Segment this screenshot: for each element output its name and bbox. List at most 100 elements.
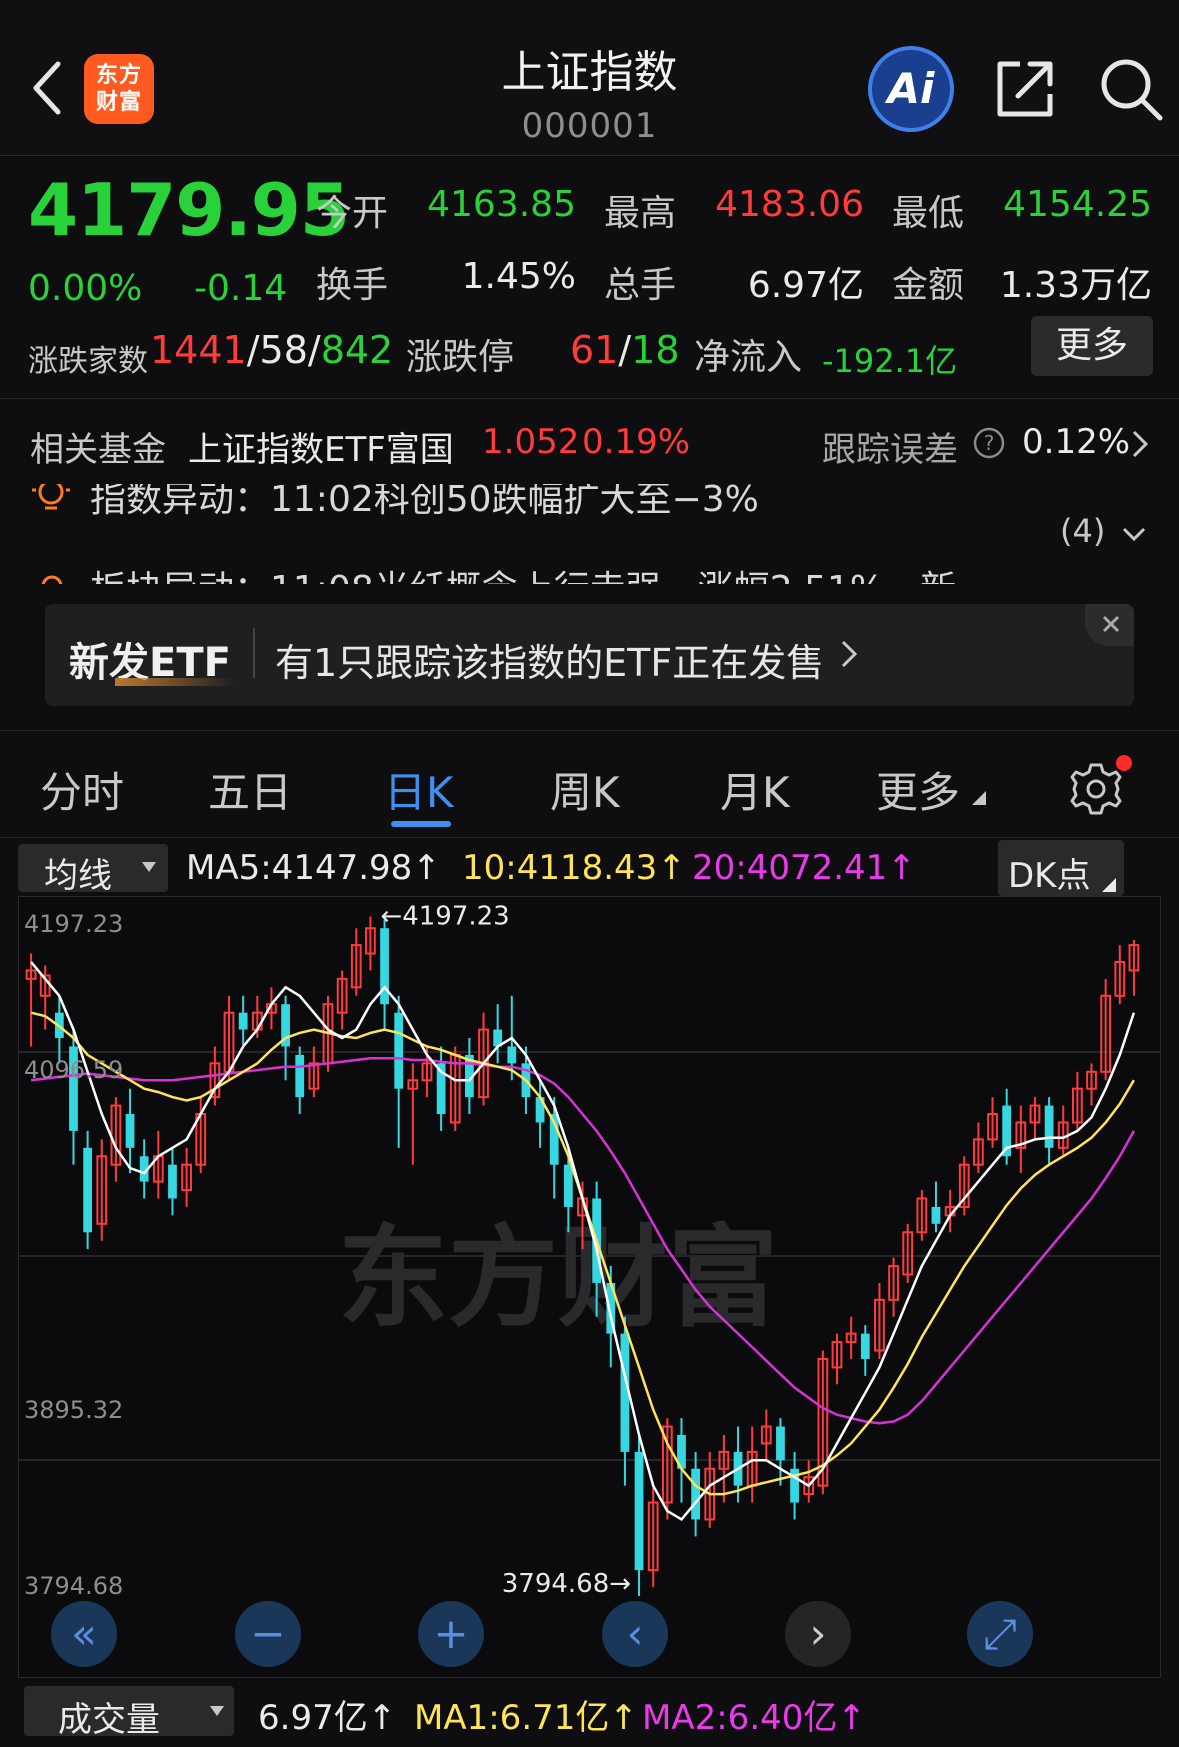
candle-body — [931, 1206, 941, 1224]
volume-value: 6.97亿 — [747, 265, 864, 306]
ma5-text: MA5:4147.98 — [186, 848, 413, 888]
fund-percent: 0.19% — [582, 422, 691, 462]
top-bar: 东方 财富 上证指数 000001 Ai — [0, 0, 1179, 156]
y-axis-label: 4197.23 — [24, 910, 123, 938]
search-icon[interactable] — [1098, 56, 1164, 122]
volume-label: 总手 — [604, 265, 677, 306]
ma-selector[interactable]: 均线 — [18, 844, 168, 896]
dk-label: DK点 — [1008, 856, 1091, 896]
tab-intraday[interactable]: 分时 — [40, 759, 124, 820]
candle-body — [125, 1114, 135, 1148]
new-etf-banner[interactable]: 新发ETF 有1只跟踪该指数的ETF正在发售 — [45, 604, 1134, 706]
amount-value: 1.33万亿 — [999, 265, 1152, 306]
ma10-text: 10:4118.43 — [462, 848, 658, 888]
next-button[interactable]: › — [785, 1601, 851, 1667]
limit-up-count: 61 — [570, 328, 619, 372]
share-icon[interactable] — [994, 56, 1056, 120]
low-value: 4154.25 — [1003, 184, 1152, 225]
fund-label: 相关基金 — [30, 430, 166, 470]
tracking-error-label: 跟踪误差 — [822, 430, 958, 470]
more-quote-button[interactable]: 更多 — [1031, 316, 1153, 376]
inflow-label: 净流入 — [694, 337, 803, 378]
ma5-value: MA5:4147.98↑ — [186, 848, 441, 888]
turnover-value: 1.45% — [461, 256, 576, 297]
corner-triangle-icon — [1102, 878, 1116, 892]
close-button[interactable] — [1085, 604, 1134, 646]
candle-body — [634, 1451, 644, 1571]
low-label: 最低 — [892, 193, 965, 234]
change-percent: 0.00% — [28, 268, 143, 309]
kline-chart[interactable]: 东方财富 4197.23 4096.59 3895.32 3794.68 ←4197.… — [18, 896, 1161, 1678]
vol-ma2-value: MA2:6.40亿↑ — [642, 1698, 866, 1738]
fund-name[interactable]: 上证指数ETF富国 — [188, 422, 454, 471]
y-axis-label: 3895.32 — [24, 1396, 123, 1424]
up-count: 1441 — [150, 328, 247, 372]
plus-icon: + — [433, 1609, 468, 1658]
ma10-value: 10:4118.43↑ — [462, 848, 686, 888]
candle-body — [507, 1046, 517, 1064]
high-label: 最高 — [604, 193, 677, 234]
fullscreen-button[interactable]: ⤢ — [967, 1601, 1033, 1667]
zoom-out-button[interactable]: − — [235, 1601, 301, 1667]
chevron-left-icon: ‹ — [627, 1609, 644, 1658]
tab-monthly-k[interactable]: 月K — [720, 759, 790, 820]
volume-selector-label: 成交量 — [58, 1700, 160, 1740]
news-count[interactable]: (4) — [1060, 512, 1105, 550]
open-label: 今开 — [316, 193, 389, 234]
candle-body — [1044, 1105, 1054, 1148]
corner-triangle-icon — [972, 791, 986, 805]
prev-button[interactable]: ‹ — [602, 1601, 668, 1667]
watermark: 东方财富 — [338, 1214, 778, 1342]
help-icon[interactable]: ? — [972, 426, 1006, 460]
active-tab-indicator — [391, 821, 451, 827]
high-value: 4183.06 — [715, 184, 864, 225]
rewind-button[interactable]: « — [51, 1601, 117, 1667]
breadth-label: 涨跌家数 — [28, 344, 148, 379]
vol-ma2-text: MA2:6.40亿 — [642, 1698, 838, 1738]
ma20-value: 20:4072.41↑ — [692, 848, 916, 888]
turnover-label: 换手 — [316, 265, 389, 306]
tracking-error-value: 0.12% — [1022, 422, 1131, 462]
dk-point-button[interactable]: DK点 — [998, 840, 1124, 896]
chevron-right-icon — [1132, 430, 1149, 458]
zoom-in-button[interactable]: + — [418, 1601, 484, 1667]
chevron-down-icon[interactable] — [1120, 524, 1148, 544]
caret-down-icon — [210, 1706, 224, 1716]
expand-icon: ⤢ — [983, 1609, 1017, 1658]
news-ticker[interactable]: 指数异动：11:02科创50跌幅扩大至−3% (4) 板块异动：11:08光纤概… — [0, 484, 1179, 584]
tab-weekly-k[interactable]: 周K — [550, 759, 620, 820]
chart-period-tabs: 分时 五日 日K 周K 月K 更多 — [0, 730, 1179, 838]
change-value: -0.14 — [194, 268, 288, 309]
open-value: 4163.85 — [427, 184, 576, 225]
candle-body — [394, 1012, 404, 1089]
candle-body — [776, 1426, 785, 1461]
minus-icon: − — [250, 1609, 285, 1658]
ai-assistant-button[interactable]: Ai — [868, 46, 954, 132]
flat-count: 58 — [259, 328, 308, 372]
close-icon — [1102, 615, 1120, 633]
sun-icon — [41, 575, 63, 584]
ma-indicator-row: 均线 MA5:4147.98↑ 10:4118.43↑ 20:4072.41↑ … — [0, 840, 1179, 896]
caret-down-icon — [142, 862, 156, 872]
candle-body — [563, 1164, 573, 1207]
news-item-2[interactable]: 板块异动：11:08光纤概念上行走强，涨幅2.51%，新 — [90, 560, 956, 584]
news-item-1[interactable]: 指数异动：11:02科创50跌幅扩大至−3% — [90, 484, 759, 522]
svg-text:?: ? — [984, 431, 995, 455]
candle-body — [295, 1054, 305, 1098]
tab-more[interactable]: 更多 — [876, 759, 960, 820]
volume-text: 6.97亿 — [258, 1698, 368, 1738]
double-chevron-left-icon: « — [71, 1609, 97, 1658]
tab-daily-k[interactable]: 日K — [384, 759, 454, 820]
etf-banner-text: 有1只跟踪该指数的ETF正在发售 — [275, 641, 825, 685]
chevron-right-icon — [841, 640, 858, 668]
candle-body — [168, 1164, 177, 1199]
tab-five-day[interactable]: 五日 — [208, 759, 292, 820]
related-fund-row[interactable]: 相关基金 上证指数ETF富国 1.052 0.19% 跟踪误差 ? 0.12% — [0, 400, 1179, 484]
breadth-values: 1441/58/842 — [150, 328, 394, 372]
volume-selector[interactable]: 成交量 — [24, 1686, 234, 1740]
limit-down-count: 18 — [631, 328, 680, 372]
gear-icon[interactable] — [1068, 761, 1124, 817]
min-price-label: 3794.68→ — [502, 1569, 631, 1599]
limit-values: 61/18 — [570, 328, 680, 372]
ma20-text: 20:4072.41 — [692, 848, 888, 888]
